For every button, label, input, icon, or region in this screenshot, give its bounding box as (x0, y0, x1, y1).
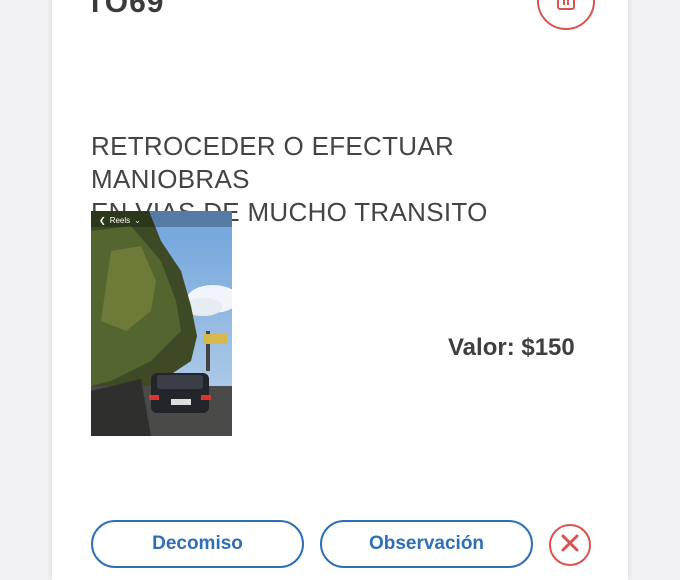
chevron-down-icon: ⌄ (134, 215, 141, 225)
close-icon (560, 533, 580, 558)
photo-overlay-bar: ❮ Reels ⌄ (91, 211, 232, 229)
evidence-photo[interactable]: ❮ Reels ⌄ (91, 211, 232, 436)
observacion-button[interactable]: Observación (320, 520, 533, 568)
description-line-1: RETROCEDER O EFECTUAR MANIOBRAS (91, 131, 455, 194)
observacion-label: Observación (368, 533, 485, 554)
photo-overlay-label: Reels (109, 215, 131, 225)
infraction-code: TO69 (86, 0, 165, 19)
fine-value: Valor: $150 (448, 334, 575, 361)
decomiso-label: Decomiso (152, 533, 243, 554)
back-icon: ❮ (99, 215, 106, 225)
trash-icon (555, 0, 577, 16)
decomiso-button[interactable]: Decomiso (91, 520, 304, 568)
